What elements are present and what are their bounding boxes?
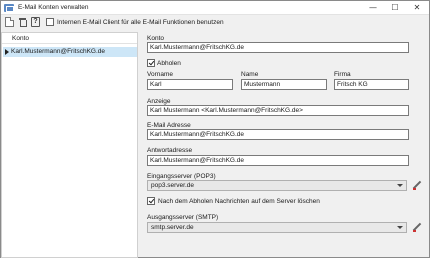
anzeige-field[interactable]: Karl Mustermann <Karl.Mustermann@Fritsch… [147, 105, 409, 116]
internal-client-checkbox[interactable] [46, 18, 54, 26]
eingang-label: Eingangsserver (POP3) [147, 173, 216, 180]
loeschen-label: Nach dem Abholen Nachrichten auf dem Ser… [158, 198, 320, 205]
window-title: E-Mail Konten verwalten [18, 4, 89, 11]
name-field[interactable]: Mustermann [241, 79, 327, 90]
abholen-checkbox[interactable] [147, 59, 155, 67]
eingang-select[interactable]: pop3.server.de [147, 180, 407, 191]
maximize-button[interactable]: ☐ [384, 1, 406, 14]
account-item-label: Karl.Mustermann@FritschKG.de [11, 48, 106, 55]
title-bar: E-Mail Konten verwalten — ☐ ✕ [1, 1, 429, 15]
name-label: Name [241, 71, 259, 78]
ausgang-value: smtp.server.de [151, 224, 194, 231]
edit-pencil-icon[interactable] [412, 181, 422, 191]
abholen-label: Abholen [157, 60, 181, 67]
delete-account-icon[interactable] [18, 17, 27, 27]
anzeige-label: Anzeige [147, 98, 171, 105]
antwort-label: Antwortadresse [147, 147, 193, 154]
account-list: Konto Karl.Mustermann@FritschKG.de [1, 32, 138, 258]
vorname-label: Vorname [147, 71, 174, 78]
loeschen-checkbox[interactable] [147, 197, 155, 205]
close-button[interactable]: ✕ [406, 1, 428, 14]
chevron-down-icon [397, 226, 403, 229]
antwort-field[interactable]: Karl.Mustermann@FritschKG.de [147, 155, 409, 166]
mail-app-icon [4, 4, 14, 12]
row-selector-icon [5, 49, 9, 55]
eingang-value: pop3.server.de [151, 182, 195, 189]
account-list-header: Konto [2, 33, 137, 44]
konto-column-header: Konto [12, 35, 29, 42]
vorname-field[interactable]: Karl [147, 79, 233, 90]
ausgang-label: Ausgangsserver (SMTP) [147, 214, 219, 221]
minimize-button[interactable]: — [362, 1, 384, 14]
firma-field[interactable]: Fritsch KG [334, 79, 409, 90]
firma-label: Firma [334, 71, 351, 78]
help-icon[interactable]: ? [31, 17, 40, 27]
ausgang-select[interactable]: smtp.server.de [147, 222, 407, 233]
new-account-icon[interactable] [5, 17, 14, 27]
account-list-item[interactable]: Karl.Mustermann@FritschKG.de [3, 47, 137, 57]
chevron-down-icon [397, 184, 403, 187]
email-accounts-window: E-Mail Konten verwalten — ☐ ✕ ? Internen… [0, 0, 430, 258]
konto-label: Konto [147, 35, 164, 42]
email-label: E-Mail Adresse [147, 122, 191, 129]
email-field[interactable]: Karl.Mustermann@FritschKG.de [147, 129, 409, 140]
konto-field[interactable]: Karl.Mustermann@FritschKG.de [147, 42, 409, 53]
edit-pencil-icon[interactable] [412, 223, 422, 233]
internal-client-label: Internen E-Mail Client für alle E-Mail F… [57, 19, 224, 26]
